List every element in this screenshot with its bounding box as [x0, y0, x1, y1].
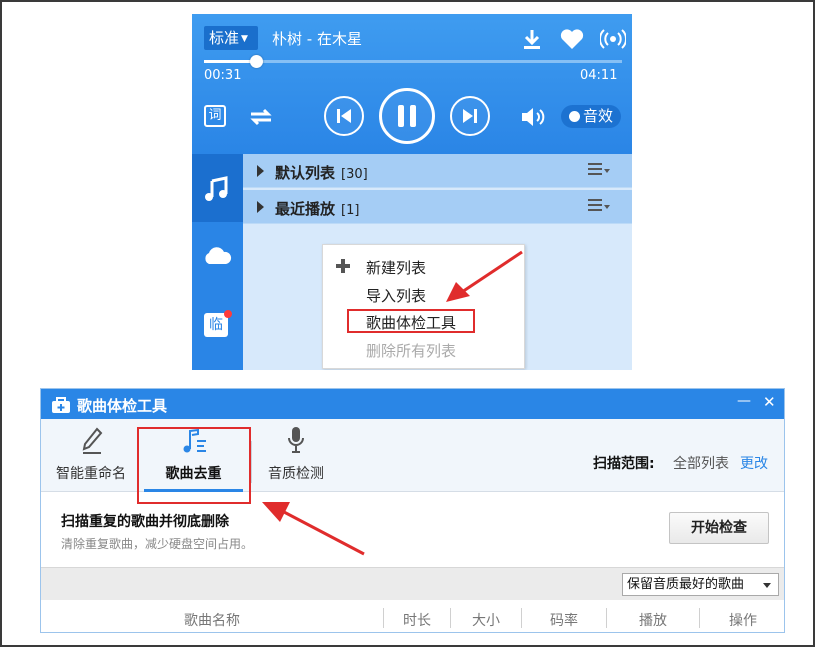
total-time: 04:11	[580, 68, 618, 83]
notification-dot	[224, 310, 232, 318]
progress-knob[interactable]	[249, 55, 263, 68]
tab-quality-check[interactable]: 音质检测	[253, 419, 339, 492]
minimize-button[interactable]: —	[737, 393, 751, 409]
player-header: 标准 ▼ 朴树 - 在木星 00:31 04:11 词 音效	[192, 14, 632, 154]
playlist-name: 默认列表 [30]	[275, 162, 368, 183]
next-icon	[463, 109, 477, 123]
tool-title: 歌曲体检工具	[77, 397, 168, 415]
repeat-icon[interactable]	[248, 106, 274, 128]
section-description: 清除重复歌曲，减少硬盘空间占用。	[61, 537, 254, 551]
change-scan-range-link[interactable]: 更改	[740, 453, 768, 473]
menu-item-delete-all-lists: 删除所有列表	[366, 342, 457, 360]
annotation-arrow	[446, 250, 523, 302]
menu-item-new-list[interactable]: 新建列表	[366, 257, 426, 278]
expand-arrow-icon	[257, 201, 264, 213]
section-heading: 扫描重复的歌曲并彻底删除	[61, 514, 229, 530]
volume-icon[interactable]	[520, 106, 548, 128]
keep-option-select[interactable]: 保留音质最好的歌曲	[622, 573, 779, 596]
playlist-name: 最近播放 [1]	[275, 198, 359, 219]
plus-icon	[336, 259, 350, 273]
progress-track[interactable]	[204, 60, 622, 63]
elapsed-time: 00:31	[204, 68, 242, 83]
column-header-duration[interactable]: 时长	[384, 610, 450, 630]
column-header-bitrate[interactable]: 码率	[522, 610, 606, 630]
pencil-icon	[82, 427, 103, 454]
playlist-name-text: 最近播放	[275, 200, 336, 218]
music-note-icon	[205, 176, 228, 201]
table-header: 歌曲名称 时长 大小 码率 播放 操作	[41, 604, 784, 632]
toggle-knob	[569, 111, 580, 122]
playlist-count: [30]	[341, 167, 368, 182]
highlight-box	[137, 427, 251, 504]
progress-fill	[204, 60, 256, 63]
scan-range-label: 扫描范围:	[593, 456, 655, 472]
pause-icon	[398, 105, 416, 127]
previous-icon	[337, 109, 351, 123]
chevron-down-icon	[604, 205, 610, 209]
playlist-row[interactable]: 默认列表 [30]	[243, 154, 632, 188]
cloud-icon[interactable]	[202, 245, 232, 265]
menu-item-import-list[interactable]: 导入列表	[366, 285, 426, 306]
sound-effect-label: 音效	[583, 107, 614, 125]
column-header-song-name[interactable]: 歌曲名称	[41, 610, 383, 630]
sidebar-item-music[interactable]	[192, 154, 243, 222]
next-button[interactable]	[450, 96, 490, 136]
column-header-action[interactable]: 操作	[700, 610, 784, 630]
start-check-button[interactable]: 开始检查	[669, 512, 769, 544]
tool-title-bar: 歌曲体检工具 — ✕	[41, 389, 784, 419]
playlist-count: [1]	[341, 203, 360, 218]
tab-divider	[251, 441, 252, 483]
list-menu-icon[interactable]	[588, 163, 602, 178]
filter-bar: 保留音质最好的歌曲	[41, 567, 784, 600]
highlight-box	[347, 309, 475, 333]
tab-label: 音质检测	[268, 466, 324, 482]
song-title: 朴树 - 在木星	[272, 30, 362, 48]
player-sidebar: 临	[192, 154, 243, 370]
microphone-icon	[288, 427, 304, 453]
playlist-name-text: 默认列表	[275, 164, 336, 182]
lyrics-button[interactable]: 词	[204, 105, 226, 127]
tab-label: 智能重命名	[56, 466, 126, 482]
quality-label: 标准	[209, 29, 240, 47]
keep-option-value: 保留音质最好的歌曲	[627, 577, 745, 592]
previous-button[interactable]	[324, 96, 364, 136]
scan-range-value: 全部列表	[673, 456, 729, 472]
column-header-size[interactable]: 大小	[451, 610, 521, 630]
broadcast-icon[interactable]	[600, 28, 626, 50]
sound-effect-toggle[interactable]: 音效	[561, 105, 621, 128]
list-menu-icon[interactable]	[588, 199, 602, 214]
playlist-row[interactable]: 最近播放 [1]	[243, 190, 632, 224]
lyrics-label: 词	[208, 108, 222, 123]
song-checkup-tool-window: 歌曲体检工具 — ✕ 智能重命名 歌曲去重 音质检测 扫描范围: 全部列表 更改	[40, 388, 785, 633]
expand-arrow-icon	[257, 165, 264, 177]
annotation-arrow	[262, 502, 365, 556]
pause-button[interactable]	[379, 88, 435, 144]
column-header-play[interactable]: 播放	[607, 610, 699, 630]
toolbox-icon	[52, 397, 70, 413]
chevron-down-icon	[604, 169, 610, 173]
download-icon[interactable]	[522, 28, 542, 50]
music-player-window: 标准 ▼ 朴树 - 在木星 00:31 04:11 词 音效 临 默认列表 [3…	[192, 14, 632, 370]
quality-dropdown[interactable]: 标准 ▼	[204, 26, 258, 50]
heart-icon[interactable]	[560, 28, 584, 50]
close-button[interactable]: ✕	[763, 393, 776, 411]
chevron-down-icon	[763, 583, 771, 588]
chevron-down-icon: ▼	[241, 33, 248, 44]
tab-smart-rename[interactable]: 智能重命名	[45, 419, 137, 492]
temp-list-label: 临	[209, 317, 223, 333]
